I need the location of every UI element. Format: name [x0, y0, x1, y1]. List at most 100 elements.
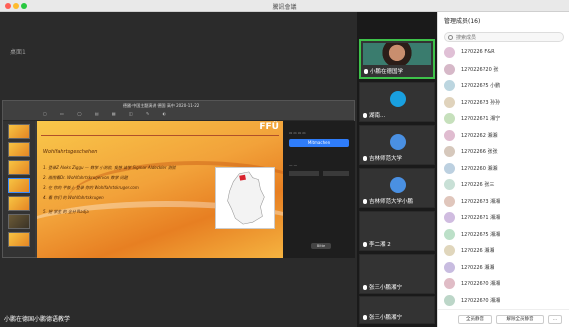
participant-name: 12?02262 湘湘	[461, 132, 498, 139]
participant-row[interactable]: 12?0226?3 湘湘	[444, 195, 564, 208]
sharer-name: 小鹏在德国小鹏德语教学	[4, 316, 71, 323]
slide-item: 2. 画图看Dr. Wohlfahrtskrugervon 数学 问题	[43, 175, 128, 180]
video-name: 小鹏在德国学	[370, 69, 404, 75]
participant-avatar	[390, 177, 406, 193]
video-tile[interactable]: 湖南...	[359, 82, 435, 122]
mic-icon	[363, 113, 367, 118]
video-name: 李二湘 2	[369, 242, 391, 248]
meeting-window: 騰訊會議 桌面1 德國·中国主题演讲 德国 高中 2020-11-22 ▢ ▭ …	[0, 0, 569, 327]
participant-footer: 全员静音 解除全员静音 ...	[438, 309, 569, 327]
current-slide: FFÜ Wohlfahrtsgeschehen 1. 登录Z Aleks Zig…	[37, 121, 283, 258]
participant-avatar	[444, 294, 455, 306]
participant-row[interactable]: 12?0226 F&R	[444, 46, 564, 59]
participant-avatar	[444, 63, 455, 75]
inspector-field[interactable]	[289, 171, 319, 176]
video-tile[interactable]: 吉林师范大学	[359, 125, 435, 165]
mic-icon	[363, 199, 367, 204]
participant-avatar	[444, 212, 455, 223]
participant-row[interactable]: 12?0226 湘湘	[444, 261, 564, 274]
participant-name: 12?0226?0 湘湘	[461, 297, 501, 304]
desktop-label: 桌面1	[10, 49, 26, 56]
toolbar-icons: ▢ ▭ ◯ ▤ ▦ ◫ ✎ ◐	[43, 111, 173, 116]
inspector-ok-button[interactable]: Bitte	[311, 243, 331, 249]
participant-name: 12?0226?5 湘湘	[461, 231, 501, 238]
participant-name: 12?0226?5 小鹏	[461, 83, 501, 89]
slide-item: 1. 登录Z Aleks Ziggu — 数学 小测验, 我想 请学 Sigma…	[43, 165, 176, 170]
video-tile[interactable]: 李二湘 2	[359, 211, 435, 251]
slide-thumb[interactable]	[8, 196, 30, 211]
participant-name: 12?0226?1 湘湘	[461, 215, 501, 221]
participant-row[interactable]: 12?0226?0 湘湘	[444, 277, 564, 290]
participant-row[interactable]: 12?0226?5 湘湘	[444, 228, 564, 241]
video-name: 张三小鹏湘宁	[369, 285, 403, 291]
participant-name: 12?0226?3 湘湘	[461, 198, 501, 205]
more-button[interactable]: ...	[548, 315, 562, 324]
participant-avatar	[444, 162, 455, 174]
participant-avatar	[444, 47, 455, 58]
mic-icon	[364, 69, 368, 74]
video-tile[interactable]: 小鹏在德国学	[359, 39, 435, 79]
participant-avatar	[444, 195, 455, 207]
participant-video	[363, 43, 431, 65]
search-input[interactable]	[456, 34, 556, 41]
slide-item: 4. 看 你们 的 Wohlfahrtskrugen	[43, 195, 104, 200]
participant-row[interactable]: 12?0226?0 湘湘	[444, 294, 564, 307]
participant-row[interactable]: 12?0226?1 湘宁	[444, 112, 564, 125]
slide-thumb[interactable]	[8, 160, 30, 175]
mic-icon	[363, 156, 367, 161]
video-name: 吉林师范大学小鹏	[369, 199, 414, 205]
participant-avatar	[444, 278, 455, 289]
participant-name: 12?0226 张三	[461, 182, 495, 188]
participant-row[interactable]: 12?02266 张张	[444, 145, 564, 158]
title-rule	[41, 135, 279, 136]
participant-avatar	[444, 228, 455, 240]
participant-row[interactable]: 12?0226?5 小鹏	[444, 79, 564, 92]
germany-map	[215, 167, 275, 229]
video-name: 张三小鹏湘宁	[369, 315, 403, 321]
presentation-title: 德國·中国主题演讲 德国 高中 2020-11-22	[123, 103, 200, 108]
video-name: 湖南...	[369, 113, 386, 119]
participant-name: 12?02266 张张	[461, 149, 498, 155]
slide-thumbnails	[3, 121, 35, 257]
mic-icon	[363, 315, 367, 320]
unmute-all-button[interactable]: 解除全员静音	[496, 315, 544, 324]
participant-name: 12?0226?1 湘宁	[461, 116, 501, 122]
slide-thumb[interactable]	[8, 142, 30, 157]
inspector-primary-button[interactable]: Mitmachen	[289, 139, 349, 147]
participant-row[interactable]: 12?0226?3 孙孙	[444, 96, 564, 109]
slide-thumb-selected[interactable]	[8, 178, 30, 193]
participant-row[interactable]: 12?0226 张三	[444, 178, 564, 191]
participant-avatar	[444, 96, 455, 108]
participant-name: 12?0226?20 张	[461, 66, 499, 73]
participant-row[interactable]: 12?0226?1 湘湘	[444, 211, 564, 224]
video-tile[interactable]: 张三小鹏湘宁	[359, 296, 435, 324]
participant-row[interactable]: 12?0226 湘湘	[444, 244, 564, 257]
mute-all-button[interactable]: 全员静音	[458, 315, 492, 324]
slide-thumb[interactable]	[8, 124, 30, 139]
screen-share-stage[interactable]: 桌面1 德國·中国主题演讲 德国 高中 2020-11-22 ▢ ▭ ◯ ▤ ▦…	[0, 12, 357, 327]
slide-logo: FFÜ	[259, 122, 279, 132]
participant-avatar	[444, 179, 455, 190]
shared-screen[interactable]: 德國·中国主题演讲 德国 高中 2020-11-22 ▢ ▭ ◯ ▤ ▦ ◫ ✎…	[2, 100, 355, 258]
participant-name: 12?02260 湘湘	[461, 165, 498, 172]
search-icon	[448, 35, 453, 40]
video-tile[interactable]: 吉林师范大学小鹏	[359, 168, 435, 208]
participant-avatar	[444, 80, 455, 91]
slide-thumb[interactable]	[8, 232, 30, 247]
participant-avatar	[444, 113, 455, 124]
title-bar: 騰訊會議	[0, 0, 569, 12]
participant-row[interactable]: 12?02260 湘湘	[444, 162, 564, 175]
participant-name: 12?0226 湘湘	[461, 248, 495, 254]
participant-row[interactable]: 12?0226?20 张	[444, 63, 564, 76]
video-name: 吉林师范大学	[369, 156, 403, 162]
participant-panel: 管理成员(16) 12?0226 F&R 12?0226?20 张 12?0226?…	[437, 12, 569, 327]
inspector-field[interactable]	[323, 171, 349, 176]
participant-name: 12?0226?3 孙孙	[461, 99, 501, 106]
participant-search[interactable]	[444, 32, 564, 42]
slide-item: 5. 把 学生 的 全分 Nadja	[43, 209, 89, 214]
participant-row[interactable]: 12?02262 湘湘	[444, 129, 564, 142]
inspector-panel: Mitmachen ▭ ▭ ▭ ▭ — — Bitte	[283, 121, 355, 258]
video-tile[interactable]: 张三小鹏湘宁	[359, 254, 435, 294]
slide-thumb[interactable]	[8, 214, 30, 229]
participant-name: 12?0226 F&R	[461, 49, 495, 55]
